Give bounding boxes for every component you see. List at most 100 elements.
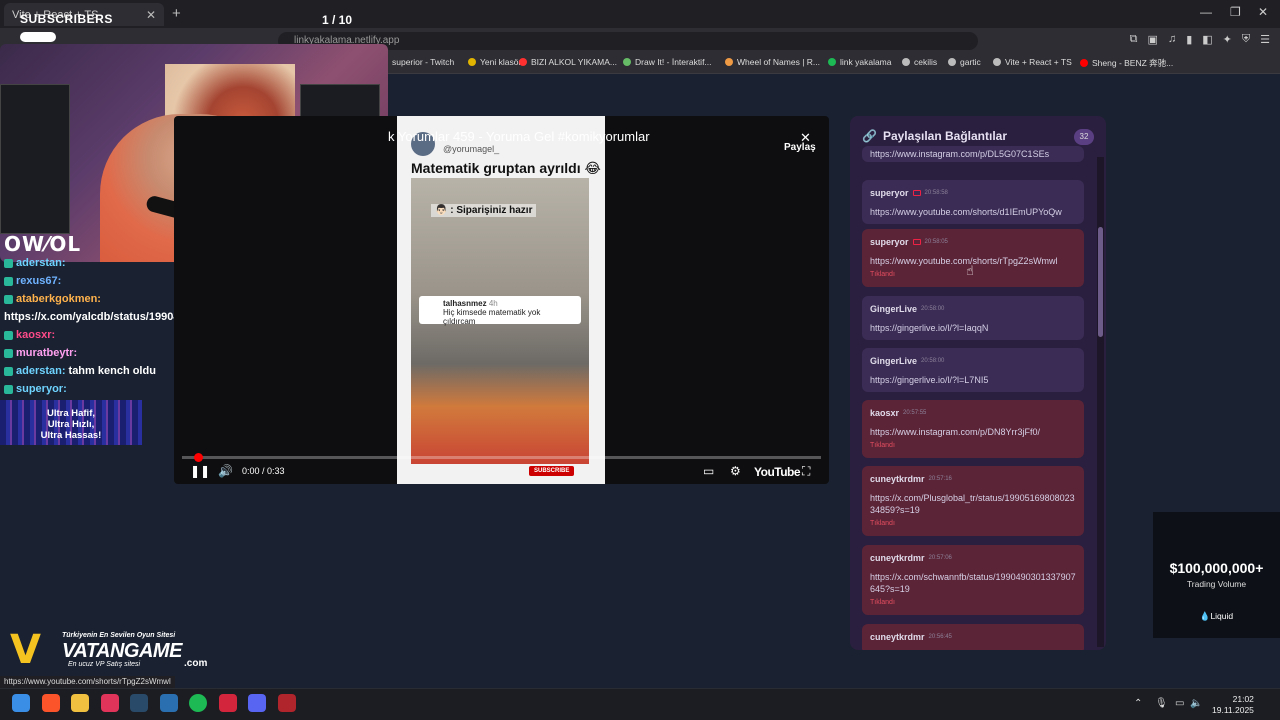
fullscreen-icon[interactable]: ⛶ bbox=[802, 464, 810, 479]
link-url[interactable]: https://gingerlive.io/l/?l=IaqqN bbox=[870, 322, 1076, 334]
wallet-icon[interactable]: ◧ bbox=[1202, 33, 1212, 46]
link-url[interactable]: https://x.com/schwannfb/status/199049030… bbox=[870, 571, 1076, 595]
bookmark-label: cekilis bbox=[914, 57, 938, 67]
link-url[interactable]: https://x.com/Plusglobal_tr/status/19905… bbox=[870, 492, 1076, 516]
extensions-icon[interactable]: ⧉ bbox=[1130, 33, 1138, 46]
chat-username[interactable]: ataberkgokmen: bbox=[16, 293, 101, 305]
winrar-icon[interactable] bbox=[278, 694, 296, 712]
video-progress-bar[interactable] bbox=[182, 456, 821, 459]
close-window-icon[interactable]: ✕ bbox=[1258, 5, 1268, 19]
bookmark-item[interactable]: Draw It! - İnteraktif... bbox=[623, 57, 712, 67]
music-icon[interactable]: ♫ bbox=[1168, 33, 1176, 46]
minimize-icon[interactable]: — bbox=[1200, 5, 1212, 19]
link-time: 20:58:05 bbox=[924, 239, 948, 245]
shared-link-card[interactable]: superyor 20:58:58 https://www.youtube.com/… bbox=[862, 180, 1084, 224]
bookmark-item[interactable]: Vite + React + TS bbox=[993, 57, 1072, 67]
chat-username[interactable]: superyor: bbox=[16, 383, 67, 395]
scrollbar-thumb[interactable] bbox=[1098, 227, 1103, 337]
chat-badge-icon bbox=[4, 384, 13, 394]
chat-username[interactable]: rexus67: bbox=[16, 275, 61, 287]
panel-scrollbar[interactable] bbox=[1097, 157, 1104, 647]
shared-link-card[interactable]: GingerLive 20:58:00 https://gingerlive.io/… bbox=[862, 296, 1084, 340]
chat-badge-icon bbox=[4, 348, 13, 358]
steam-icon[interactable] bbox=[130, 694, 148, 712]
shared-link-card[interactable]: kaosxr 20:57:55 https://www.instagram.com/… bbox=[862, 400, 1084, 458]
shared-link-card[interactable]: GingerLive 20:58:00 https://gingerlive.io/… bbox=[862, 348, 1084, 392]
bookmark-label: gartic bbox=[960, 57, 981, 67]
vatangame-tagline: Türkiyenin En Sevilen Oyun Sitesi bbox=[62, 632, 176, 639]
tab-close-icon[interactable]: ✕ bbox=[146, 8, 156, 22]
subscribe-button[interactable]: SUBSCRIBE bbox=[529, 466, 575, 476]
bookmark-label: BIZI ALKOL YIKAMA... bbox=[531, 57, 617, 67]
mic-icon[interactable]: 🎙 bbox=[1155, 698, 1168, 709]
progress-scrubber[interactable] bbox=[194, 453, 203, 462]
file-explorer-icon[interactable] bbox=[71, 694, 89, 712]
pause-icon[interactable]: ❚❚ bbox=[190, 464, 210, 478]
bookmark-label: link yakalama bbox=[840, 57, 892, 67]
toolbar-icons: ⧉ ▣ ♫ ▮ ◧ ✦ ⛨ ☰ bbox=[1130, 33, 1270, 46]
menu-icon[interactable]: ☰ bbox=[1260, 33, 1270, 46]
video-time: 0:00 / 0:33 bbox=[242, 466, 285, 476]
share-button[interactable]: Paylaş bbox=[784, 142, 816, 153]
chat-username[interactable]: kaosxr: bbox=[16, 329, 55, 341]
link-url[interactable]: https://gingerlive.io/l/?l=L7NI5 bbox=[870, 374, 1076, 386]
youtube-logo[interactable]: YouTube bbox=[754, 465, 801, 479]
brave-icon[interactable] bbox=[42, 694, 60, 712]
new-tab-icon[interactable]: + bbox=[172, 5, 181, 22]
vpn-icon[interactable]: ⛨ bbox=[1242, 33, 1250, 46]
bookmark-item[interactable]: Wheel of Names | R... bbox=[725, 57, 820, 67]
link-url[interactable]: https://www.instagram.com/p/DN8Yrr3jFf0/ bbox=[870, 426, 1076, 438]
vatangame-logo-icon: V bbox=[10, 627, 41, 673]
ai-icon[interactable]: ✦ bbox=[1223, 33, 1232, 46]
clicked-status: Tıklandı bbox=[870, 442, 895, 449]
bookmark-item[interactable]: gartic bbox=[948, 57, 981, 67]
link-time: 20:57:55 bbox=[903, 410, 927, 416]
spotify-icon[interactable] bbox=[189, 694, 207, 712]
shared-link-card[interactable]: https://www.instagram.com/p/DL5G07C1SEs bbox=[862, 146, 1084, 162]
riot-icon[interactable] bbox=[101, 694, 119, 712]
volume-icon[interactable]: 🔊 bbox=[218, 464, 233, 478]
link-url[interactable]: https://www.instagram.com/p/DL5G07C1SEs bbox=[870, 148, 1076, 160]
youtube-icon bbox=[912, 190, 921, 196]
trading-volume-label: Trading Volume bbox=[1186, 579, 1247, 589]
bookmark-favicon-icon bbox=[468, 58, 476, 66]
chat-username[interactable]: aderstan: bbox=[16, 257, 66, 269]
app-icon[interactable] bbox=[160, 694, 178, 712]
bookmark-item[interactable]: BIZI ALKOL YIKAMA... bbox=[519, 57, 617, 67]
bookmark-item[interactable]: superior - Twitch bbox=[380, 57, 454, 67]
speaker-icon[interactable]: 🔈 bbox=[1190, 698, 1202, 709]
subscriber-counter: 1 / 10 bbox=[322, 13, 353, 27]
start-icon[interactable] bbox=[12, 694, 30, 712]
shared-link-card[interactable]: cuneytkrdmr 20:56:45 bbox=[862, 624, 1084, 650]
bookmark-item[interactable]: cekilis bbox=[902, 57, 937, 67]
bookmark-item[interactable]: Yeni klasör bbox=[468, 57, 521, 67]
chat-badge-icon bbox=[4, 276, 13, 286]
shared-link-card[interactable]: cuneytkrdmr 20:57:16 https://x.com/Plusglo… bbox=[862, 466, 1084, 536]
shared-link-card[interactable]: cuneytkrdmr 20:57:06 https://x.com/schwann… bbox=[862, 545, 1084, 615]
ad-line: Ultra Hassas! bbox=[40, 430, 102, 441]
bookmark-item[interactable]: Sheng - BENZ 奔驰... bbox=[1080, 57, 1173, 69]
sidebar-icon[interactable]: ▮ bbox=[1186, 33, 1192, 46]
reply-comment: talhasnmez 4h Hiç kimsede matematik yok … bbox=[419, 296, 581, 326]
link-url[interactable]: https://www.youtube.com/shorts/d1IEmUPYo… bbox=[870, 206, 1076, 218]
link-time: 20:58:00 bbox=[921, 358, 945, 364]
captions-icon[interactable]: ▭ bbox=[703, 464, 714, 478]
screenshot-icon[interactable]: ▣ bbox=[1148, 33, 1158, 46]
chat-username[interactable]: aderstan: bbox=[16, 365, 66, 377]
tray-chevron-icon[interactable]: ⌃ bbox=[1134, 698, 1142, 709]
link-author: superyor 20:58:58 bbox=[870, 188, 1076, 198]
valorant-icon[interactable] bbox=[219, 694, 237, 712]
video-title[interactable]: k Yorumlar 459 - Yoruma Gel #komikyoruml… bbox=[388, 129, 650, 144]
network-icon[interactable]: ▭ bbox=[1175, 698, 1184, 709]
settings-gear-icon[interactable]: ⚙ bbox=[730, 464, 741, 478]
link-count-badge: 32 bbox=[1074, 129, 1094, 145]
vatangame-ad: V Türkiyenin En Sevilen Oyun Sitesi VATA… bbox=[8, 630, 218, 672]
bookmark-item[interactable]: link yakalama bbox=[828, 57, 892, 67]
discord-icon[interactable] bbox=[248, 694, 266, 712]
clock-time: 21:02 bbox=[1232, 694, 1254, 704]
cam-logo: OW⁄OL bbox=[4, 232, 82, 256]
chat-username[interactable]: muratbeytr: bbox=[16, 347, 77, 359]
link-icon: 🔗 bbox=[862, 129, 877, 143]
maximize-icon[interactable]: ❐ bbox=[1230, 5, 1241, 19]
taskbar-clock[interactable]: 21:02 19.11.2025 bbox=[1212, 694, 1254, 716]
